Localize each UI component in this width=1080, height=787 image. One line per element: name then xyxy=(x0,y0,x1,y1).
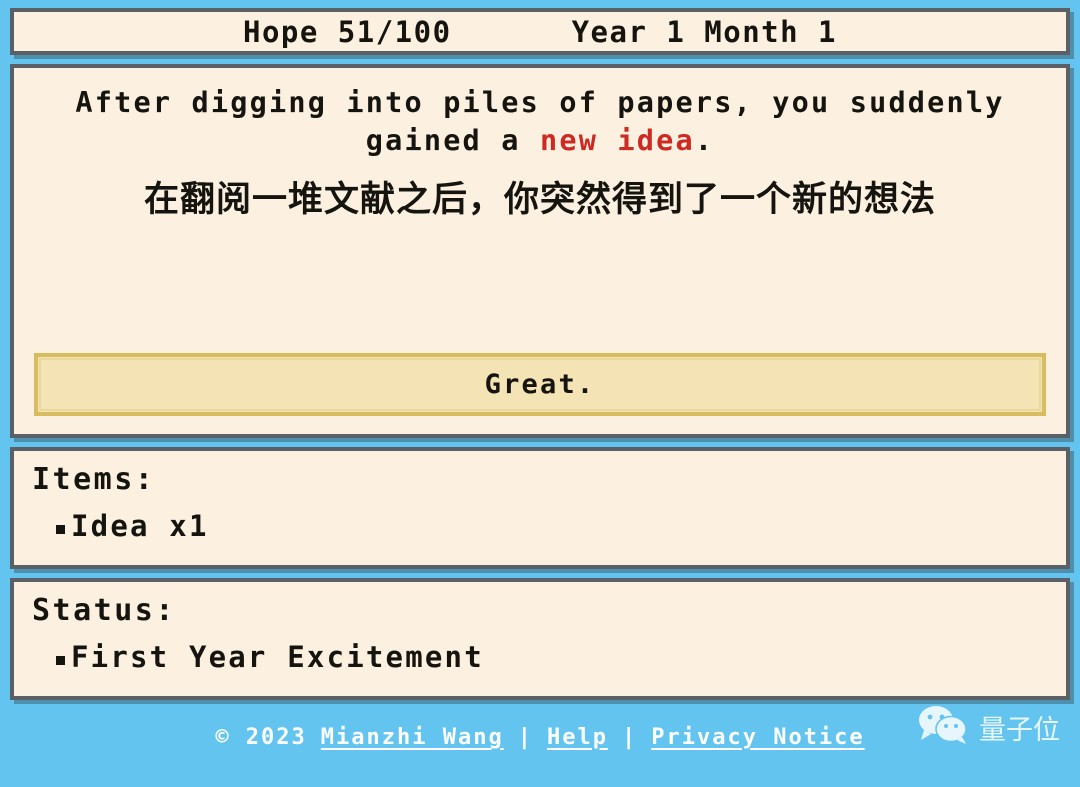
items-list: Idea x1 xyxy=(32,509,1066,544)
hope-stat: Hope 51/100 xyxy=(243,14,452,49)
list-item: First Year Excitement xyxy=(56,640,1066,675)
privacy-notice-link[interactable]: Privacy Notice xyxy=(651,725,864,750)
items-panel: Items: Idea x1 xyxy=(10,447,1070,569)
list-item: Idea x1 xyxy=(56,509,1066,544)
status-panel: Status: First Year Excitement xyxy=(10,578,1070,700)
bullet-icon xyxy=(56,655,65,665)
status-list: First Year Excitement xyxy=(32,640,1066,675)
footer-separator: | xyxy=(517,725,533,750)
bullet-icon xyxy=(56,524,65,534)
status-label: First Year Excitement xyxy=(71,639,484,674)
story-english-suffix: . xyxy=(694,123,715,157)
game-screen: Hope 51/100 Year 1 Month 1 After digging… xyxy=(0,0,1080,787)
story-text-english: After digging into piles of papers, you … xyxy=(34,84,1046,160)
story-panel: After digging into piles of papers, you … xyxy=(10,64,1070,438)
date-stat: Year 1 Month 1 xyxy=(571,14,837,49)
copyright-text: © 2023 xyxy=(215,725,307,750)
help-link[interactable]: Help xyxy=(547,725,608,750)
story-text-chinese: 在翻阅一堆文献之后，你突然得到了一个新的想法 xyxy=(143,179,936,220)
item-label: Idea x1 xyxy=(71,508,209,543)
footer-separator: | xyxy=(621,725,638,750)
items-title: Items: xyxy=(32,462,156,497)
author-link[interactable]: Mianzhi Wang xyxy=(321,725,504,750)
status-header-bar: Hope 51/100 Year 1 Month 1 xyxy=(10,8,1070,55)
story-english-highlight: new idea xyxy=(540,123,695,157)
status-title: Status: xyxy=(32,593,176,628)
choice-list: Great. xyxy=(34,353,1046,416)
footer: © 2023 Mianzhi Wang | Help | Privacy Not… xyxy=(10,700,1070,787)
choice-button-great[interactable]: Great. xyxy=(34,353,1046,416)
